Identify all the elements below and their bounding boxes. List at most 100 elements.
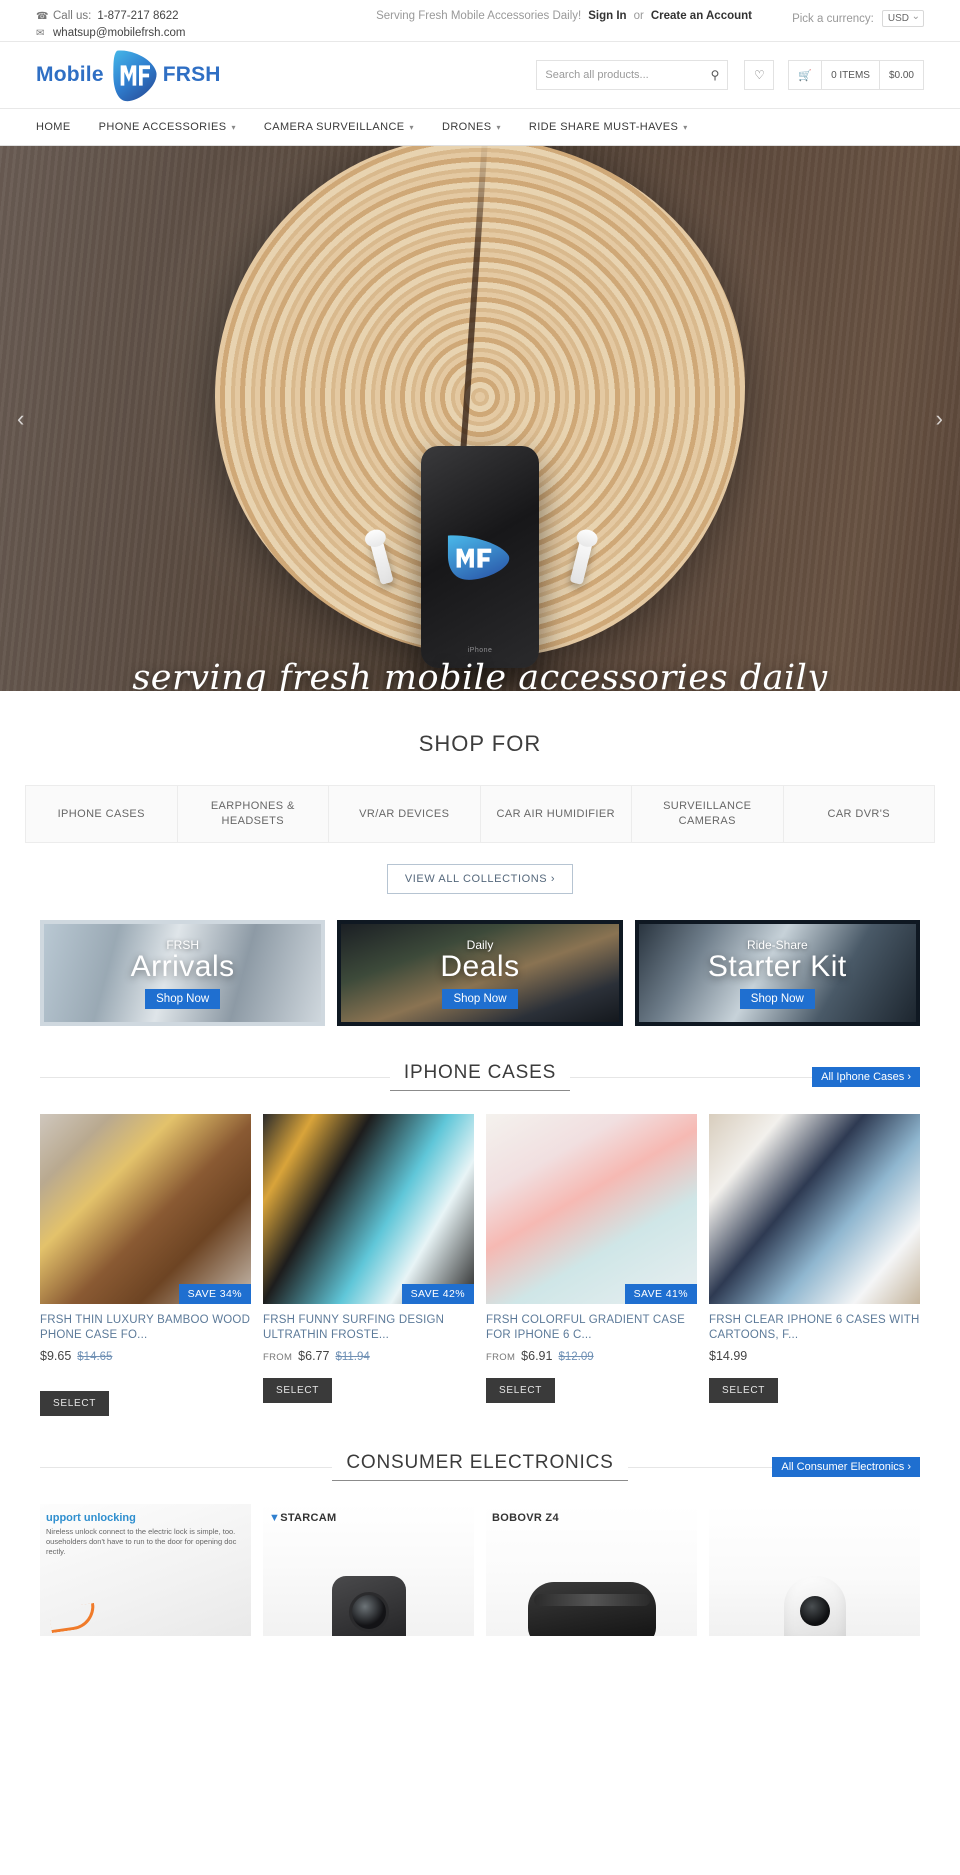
cart-widget[interactable]: 🛒 0 ITEMS $0.00 bbox=[788, 60, 924, 90]
product-title[interactable]: FRSH COLORFUL GRADIENT CASE FOR IPHONE 6… bbox=[486, 1313, 697, 1343]
currency-picker: Pick a currency: USD bbox=[792, 8, 924, 27]
nav-item-ride-share[interactable]: RIDE SHARE MUST-HAVES ▾ bbox=[529, 121, 688, 133]
site-header: Mobile FRSH Search all products... ⚲ ♡ 🛒… bbox=[0, 42, 960, 109]
category-strip: IPHONE CASES EARPHONES & HEADSETS VR/AR … bbox=[25, 785, 935, 843]
hero-phone-prop: iPhone bbox=[421, 446, 539, 668]
chevron-down-icon: ▾ bbox=[496, 122, 501, 132]
category-iphone-cases[interactable]: IPHONE CASES bbox=[26, 786, 178, 842]
cart-icon-cell[interactable]: 🛒 bbox=[789, 61, 823, 89]
nav-label: PHONE ACCESSORIES bbox=[98, 121, 227, 133]
logo-text-left: Mobile bbox=[36, 63, 104, 86]
view-all-collections-button[interactable]: VIEW ALL COLLECTIONS › bbox=[386, 864, 574, 894]
vr-headset-icon bbox=[527, 1582, 656, 1636]
all-iphone-cases-link[interactable]: All Iphone Cases › bbox=[812, 1066, 920, 1087]
vr-strap-icon bbox=[533, 1594, 650, 1606]
chevron-down-icon: ▾ bbox=[231, 122, 236, 132]
product-title[interactable]: FRSH CLEAR IPHONE 6 CASES WITH CARTOONS,… bbox=[709, 1313, 920, 1343]
product-image[interactable]: SAVE 41% bbox=[486, 1114, 697, 1304]
promo-banner-starter-kit[interactable]: Ride-Share Starter Kit Shop Now bbox=[634, 920, 920, 1026]
promo-banner-deals[interactable]: Daily Deals Shop Now bbox=[337, 920, 623, 1026]
product-image[interactable] bbox=[709, 1114, 920, 1304]
product-card[interactable]: BOBOVR Z4 bbox=[486, 1504, 697, 1636]
save-badge: SAVE 42% bbox=[401, 1284, 474, 1304]
cart-item-count[interactable]: 0 ITEMS bbox=[822, 61, 880, 89]
wishlist-button[interactable]: ♡ bbox=[744, 60, 775, 90]
email-address[interactable]: whatsup@mobilefrsh.com bbox=[53, 25, 185, 42]
nav-item-drones[interactable]: DRONES ▾ bbox=[442, 121, 501, 133]
promo-banner-arrivals[interactable]: FRSH Arrivals Shop Now bbox=[40, 920, 326, 1026]
view-all-collections-wrap: VIEW ALL COLLECTIONS › bbox=[0, 843, 960, 920]
chevron-down-icon: ▾ bbox=[683, 122, 688, 132]
product-card: SAVE 42% FRSH FUNNY SURFING DESIGN ULTRA… bbox=[263, 1114, 474, 1416]
search-box[interactable]: ⚲ bbox=[536, 60, 729, 90]
category-surveillance-cameras[interactable]: SURVEILLANCE CAMERAS bbox=[632, 786, 784, 842]
all-consumer-electronics-link[interactable]: All Consumer Electronics › bbox=[772, 1456, 920, 1477]
carousel-prev-icon[interactable]: ‹ bbox=[17, 407, 24, 430]
nav-item-phone-accessories[interactable]: PHONE ACCESSORIES ▾ bbox=[99, 121, 236, 133]
category-car-dvrs[interactable]: CAR DVR'S bbox=[784, 786, 935, 842]
phone-icon: ☎ bbox=[36, 11, 49, 22]
promo-banner-row: FRSH Arrivals Shop Now Daily Deals Shop … bbox=[40, 920, 920, 1026]
product-card: SAVE 41% FRSH COLORFUL GRADIENT CASE FOR… bbox=[486, 1114, 697, 1416]
promo-shop-now-button[interactable]: Shop Now bbox=[145, 988, 221, 1009]
product-image[interactable]: SAVE 42% bbox=[263, 1114, 474, 1304]
product-price: $14.99 bbox=[709, 1349, 920, 1363]
product-card: SAVE 34% FRSH THIN LUXURY BAMBOO WOOD PH… bbox=[40, 1114, 251, 1416]
or-separator: or bbox=[633, 10, 644, 22]
product-card[interactable]: ▼STARCAM bbox=[263, 1504, 474, 1636]
ce-tile-body: Nireless unlock connect to the electric … bbox=[46, 1527, 237, 1556]
search-icon[interactable]: ⚲ bbox=[711, 69, 720, 81]
search-input[interactable] bbox=[545, 69, 711, 81]
nav-item-camera-surveillance[interactable]: CAMERA SURVEILLANCE ▾ bbox=[264, 121, 414, 133]
product-title[interactable]: FRSH FUNNY SURFING DESIGN ULTRATHIN FROS… bbox=[263, 1313, 474, 1343]
envelope-icon: ✉ bbox=[36, 28, 45, 39]
price-original: $12.09 bbox=[558, 1351, 594, 1363]
promo-title: Arrivals bbox=[130, 949, 235, 983]
price-current: $14.99 bbox=[709, 1349, 748, 1363]
chevron-down-icon: ▾ bbox=[409, 122, 414, 132]
sign-in-link[interactable]: Sign In bbox=[588, 10, 626, 22]
product-card[interactable]: upport unlocking Nireless unlock connect… bbox=[40, 1504, 251, 1636]
select-button[interactable]: SELECT bbox=[486, 1378, 556, 1403]
camera-lens-icon bbox=[348, 1592, 389, 1632]
select-button[interactable]: SELECT bbox=[263, 1378, 333, 1403]
hero-carousel: iPhone serving fresh mobile accessories … bbox=[0, 146, 960, 691]
product-image[interactable]: SAVE 34% bbox=[40, 1114, 251, 1304]
currency-select[interactable]: USD bbox=[881, 10, 924, 27]
category-earphones-headsets[interactable]: EARPHONES & HEADSETS bbox=[178, 786, 329, 842]
category-vr-ar-devices[interactable]: VR/AR DEVICES bbox=[329, 786, 481, 842]
call-us-label: Call us: bbox=[53, 10, 92, 22]
carousel-next-icon[interactable]: › bbox=[936, 407, 943, 430]
iphone-cases-heading: IPHONE CASES bbox=[389, 1062, 571, 1091]
save-badge: SAVE 41% bbox=[624, 1284, 697, 1304]
select-button[interactable]: SELECT bbox=[40, 1391, 110, 1416]
nav-item-home[interactable]: HOME bbox=[36, 121, 71, 133]
ce-brand-name: STARCAM bbox=[280, 1512, 337, 1524]
create-account-link[interactable]: Create an Account bbox=[651, 10, 752, 22]
phone-logo-icon bbox=[447, 535, 510, 580]
nav-label: HOME bbox=[36, 121, 71, 133]
cart-total[interactable]: $0.00 bbox=[880, 61, 923, 89]
promo-shop-now-button[interactable]: Shop Now bbox=[739, 988, 815, 1009]
product-card[interactable] bbox=[709, 1504, 920, 1636]
price-original: $14.65 bbox=[77, 1351, 113, 1363]
consumer-electronics-heading: CONSUMER ELECTRONICS bbox=[332, 1452, 628, 1481]
save-badge: SAVE 34% bbox=[178, 1284, 251, 1304]
product-title[interactable]: FRSH THIN LUXURY BAMBOO WOOD PHONE CASE … bbox=[40, 1313, 251, 1343]
webcam-icon bbox=[783, 1576, 846, 1636]
product-price: FROM $6.91 $12.09 bbox=[486, 1349, 697, 1363]
main-navigation: HOME PHONE ACCESSORIES ▾ CAMERA SURVEILL… bbox=[0, 109, 960, 146]
category-car-air-humidifier[interactable]: CAR AIR HUMIDIFIER bbox=[481, 786, 632, 842]
price-current: $9.65 bbox=[40, 1349, 72, 1363]
promo-shop-now-button[interactable]: Shop Now bbox=[442, 988, 518, 1009]
product-price: $9.65 $14.65 bbox=[40, 1349, 251, 1363]
phone-number[interactable]: 1-877-217 8622 bbox=[97, 8, 178, 25]
promo-title: Starter Kit bbox=[707, 949, 847, 983]
ce-brand-logo: ▼STARCAM bbox=[269, 1512, 337, 1524]
price-original: $11.94 bbox=[335, 1351, 370, 1363]
shop-for-title: SHOP FOR bbox=[418, 731, 542, 756]
select-button[interactable]: SELECT bbox=[709, 1378, 779, 1403]
site-logo[interactable]: Mobile FRSH bbox=[36, 47, 221, 104]
topbar-center: Serving Fresh Mobile Accessories Daily! … bbox=[336, 8, 792, 22]
logo-text-right: FRSH bbox=[162, 63, 221, 86]
